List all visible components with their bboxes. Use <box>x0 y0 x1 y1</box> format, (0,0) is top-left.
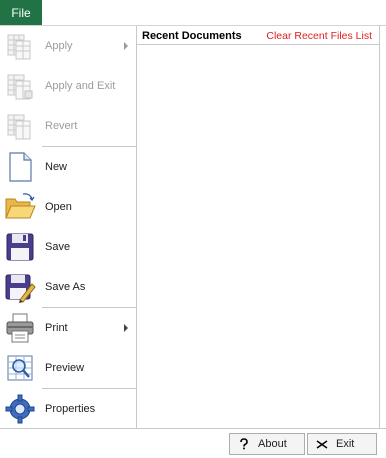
submenu-arrow-icon <box>124 42 128 50</box>
panel-border <box>379 26 380 428</box>
exit-label: Exit <box>336 438 355 450</box>
new-document-icon <box>9 152 32 182</box>
save-as-icon <box>5 274 36 303</box>
print-menu-item[interactable]: Print <box>0 308 136 348</box>
preview-menu-item[interactable]: Preview <box>0 348 136 388</box>
apply-label: Apply <box>45 40 73 52</box>
close-x-icon <box>316 440 328 449</box>
properties-gear-icon <box>5 394 35 424</box>
properties-menu-item[interactable]: Properties <box>0 389 136 429</box>
about-label: About <box>258 438 287 450</box>
properties-label: Properties <box>45 403 96 415</box>
revert-menu-item[interactable]: Revert <box>0 106 136 146</box>
recent-documents-header: Recent Documents Clear Recent Files List <box>137 26 380 45</box>
save-menu-item[interactable]: Save <box>0 227 136 267</box>
revert-label: Revert <box>45 120 78 132</box>
recent-documents-title: Recent Documents <box>142 30 242 42</box>
new-label: New <box>45 161 68 173</box>
footer-bar: About Exit <box>0 428 386 458</box>
apply-exit-menu-item[interactable]: Apply and Exit <box>0 66 136 106</box>
apply-exit-label: Apply and Exit <box>45 80 116 92</box>
about-button[interactable]: About <box>229 433 305 455</box>
submenu-arrow-icon <box>124 324 128 332</box>
open-folder-icon <box>5 193 36 219</box>
new-menu-item[interactable]: New <box>0 147 136 187</box>
revert-icon <box>7 114 31 140</box>
open-label: Open <box>45 201 72 213</box>
preview-label: Preview <box>45 362 85 374</box>
apply-menu-item[interactable]: Apply <box>0 26 136 66</box>
clear-recent-files-link[interactable]: Clear Recent Files List <box>266 30 372 42</box>
print-label: Print <box>45 322 68 334</box>
file-menu: Apply Apply and Exit Revert New Open Sav… <box>0 26 137 428</box>
ribbon-tab-bar: File <box>0 0 386 26</box>
printer-icon <box>6 313 34 343</box>
save-disk-icon <box>6 233 34 261</box>
save-as-menu-item[interactable]: Save As <box>0 267 136 307</box>
print-preview-icon <box>7 355 33 381</box>
apply-icon <box>7 34 31 60</box>
question-mark-icon <box>240 438 248 450</box>
save-as-label: Save As <box>45 281 86 293</box>
apply-exit-icon <box>7 74 33 100</box>
exit-button[interactable]: Exit <box>307 433 377 455</box>
file-tab[interactable]: File <box>0 0 42 25</box>
open-menu-item[interactable]: Open <box>0 187 136 227</box>
save-label: Save <box>45 241 71 253</box>
